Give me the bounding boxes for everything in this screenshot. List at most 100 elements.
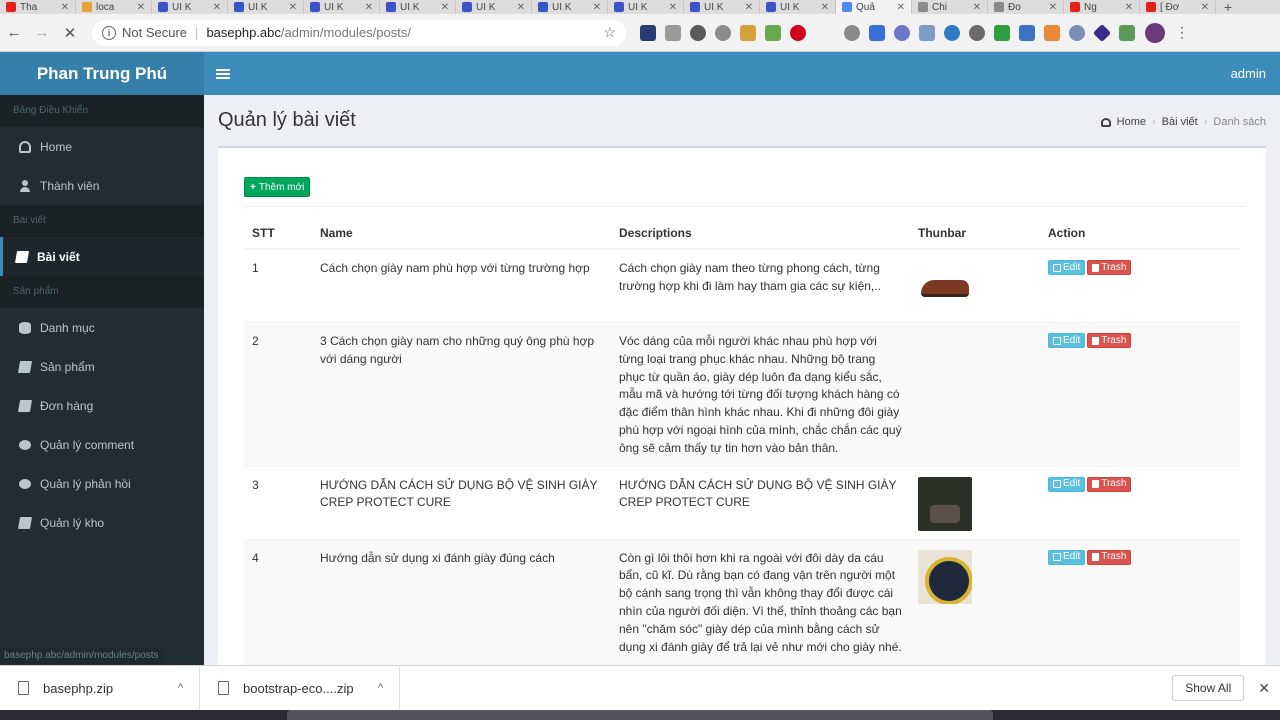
tab-close-icon[interactable]: ✕ <box>61 2 69 13</box>
tab-close-icon[interactable]: ✕ <box>1049 2 1057 13</box>
trash-button[interactable]: Trash <box>1087 260 1132 275</box>
extension-icon[interactable] <box>740 24 756 41</box>
tab-close-icon[interactable]: ✕ <box>821 2 829 13</box>
tab-close-icon[interactable]: ✕ <box>593 2 601 13</box>
cell-thumbnail <box>910 465 1040 540</box>
profile-avatar[interactable] <box>1145 22 1165 43</box>
timer-extension-icon[interactable] <box>844 24 860 41</box>
close-icon[interactable]: ✕ <box>1258 680 1270 697</box>
tab-close-icon[interactable]: ✕ <box>517 2 525 13</box>
chevron-up-icon[interactable]: ^ <box>178 682 183 694</box>
extension-icon[interactable] <box>1119 24 1135 41</box>
forward-icon[interactable]: → <box>28 24 56 41</box>
edit-button[interactable]: Edit <box>1048 476 1086 492</box>
pen-extension-icon[interactable] <box>994 24 1010 41</box>
diamond-extension-icon[interactable] <box>1092 23 1112 42</box>
tab-close-icon[interactable]: ✕ <box>1201 2 1209 13</box>
sidebar-item[interactable]: Quản lý phản hồi <box>0 464 204 503</box>
reload-icon[interactable]: ✕ <box>56 24 84 42</box>
sidebar-item[interactable]: Quản lý kho <box>0 503 204 542</box>
browser-tab[interactable]: Đo ✕ <box>988 0 1064 14</box>
favicon-icon <box>842 2 852 12</box>
sidebar-item[interactable]: Bài viết <box>0 237 204 276</box>
cell-action: Edit Trash <box>1040 248 1240 323</box>
sidebar-toggle-icon[interactable] <box>216 67 230 81</box>
browser-toolbar: ← → ✕ i Not Secure | basephp.abc /admin/… <box>0 14 1280 52</box>
bookmark-star-icon[interactable]: ☆ <box>603 24 616 41</box>
extension-icon[interactable] <box>1044 24 1060 41</box>
edit-label: Edit <box>1063 551 1081 563</box>
browser-tab[interactable]: loca ✕ <box>76 0 152 14</box>
tab-label: UI K <box>172 1 192 13</box>
tab-close-icon[interactable]: ✕ <box>441 2 449 13</box>
menu-kebab-icon[interactable]: ⋮ <box>1175 24 1189 41</box>
tab-close-icon[interactable]: ✕ <box>1125 2 1133 13</box>
browser-tab[interactable]: UI K ✕ <box>152 0 228 14</box>
link-extension-icon[interactable] <box>919 24 935 41</box>
gear-extension-icon[interactable] <box>715 24 731 41</box>
browser-tab[interactable]: UI K ✕ <box>760 0 836 14</box>
tab-close-icon[interactable]: ✕ <box>669 2 677 13</box>
play-extension-icon[interactable] <box>969 24 985 41</box>
edit-button[interactable]: Edit <box>1048 549 1086 565</box>
trash-button[interactable]: Trash <box>1087 549 1132 565</box>
sidebar-item[interactable]: Danh mục <box>0 308 204 347</box>
edit-button[interactable]: Edit <box>1048 333 1086 348</box>
download-item[interactable]: bootstrap-eco....zip ^ <box>200 665 400 711</box>
opera-extension-icon[interactable] <box>790 24 806 41</box>
browser-tab[interactable]: UI K ✕ <box>532 0 608 14</box>
extension-icon[interactable] <box>1069 24 1085 41</box>
browser-tab[interactable]: UI K ✕ <box>456 0 532 14</box>
trash-button[interactable]: Trash <box>1087 333 1132 348</box>
tab-close-icon[interactable]: ✕ <box>289 2 297 13</box>
tab-close-icon[interactable]: ✕ <box>365 2 373 13</box>
window-extension-icon[interactable] <box>1019 24 1035 41</box>
pencil-icon <box>1053 263 1061 272</box>
brand-logo[interactable]: Phan Trung Phú <box>0 52 204 95</box>
show-all-button[interactable]: Show All <box>1172 675 1245 701</box>
browser-tab[interactable]: UI K ✕ <box>608 0 684 14</box>
chart-extension-icon[interactable] <box>765 24 781 41</box>
browser-tab[interactable]: Ng ✕ <box>1064 0 1140 14</box>
gear-extension-icon[interactable] <box>894 24 910 41</box>
crop-extension-icon[interactable] <box>869 24 885 41</box>
browser-tab[interactable]: UI K ✕ <box>304 0 380 14</box>
breadcrumb-home[interactable]: Home <box>1117 116 1146 128</box>
add-new-button[interactable]: + Thêm mới <box>244 177 311 197</box>
tab-label: Tha <box>20 1 38 13</box>
tab-close-icon[interactable]: ✕ <box>745 2 753 13</box>
browser-tab[interactable]: UI K ✕ <box>380 0 456 14</box>
tab-close-icon[interactable]: ✕ <box>897 2 905 13</box>
extension-icon[interactable] <box>640 24 656 41</box>
breadcrumb-posts[interactable]: Bài viết <box>1162 116 1198 128</box>
browser-tab[interactable]: UI K ✕ <box>684 0 760 14</box>
new-tab-icon[interactable]: + <box>1216 0 1240 14</box>
browser-tab[interactable]: Quả ✕ <box>836 0 912 14</box>
download-item[interactable]: basephp.zip ^ <box>0 665 200 711</box>
sidebar-item[interactable]: Home <box>0 127 204 166</box>
sidebar-item-label: Đơn hàng <box>40 398 94 413</box>
address-bar[interactable]: i Not Secure | basephp.abc /admin/module… <box>92 19 626 46</box>
sidebar-item[interactable]: Quản lý comment <box>0 425 204 464</box>
browser-tab[interactable]: UI K ✕ <box>228 0 304 14</box>
tab-close-icon[interactable]: ✕ <box>213 2 221 13</box>
sidebar-item[interactable]: Sản phẩm <box>0 347 204 386</box>
chevron-up-icon[interactable]: ^ <box>378 682 383 694</box>
cell-stt: 2 <box>244 322 312 467</box>
column-header-thumbnail: Thunbar <box>910 218 1040 250</box>
trash-button[interactable]: Trash <box>1087 476 1132 492</box>
sidebar-item[interactable]: Thành viên <box>0 166 204 205</box>
back-icon[interactable]: ← <box>0 24 28 41</box>
edit-button[interactable]: Edit <box>1048 260 1086 275</box>
browser-tab[interactable]: Tha ✕ <box>0 0 76 14</box>
user-menu[interactable]: admin <box>1231 66 1266 81</box>
recycle-extension-icon[interactable] <box>690 24 706 41</box>
tab-close-icon[interactable]: ✕ <box>137 2 145 13</box>
browser-tab[interactable]: [ Đơ ✕ <box>1140 0 1216 14</box>
tab-close-icon[interactable]: ✕ <box>973 2 981 13</box>
camera-extension-icon[interactable] <box>665 24 681 41</box>
browser-tab[interactable]: Chi ✕ <box>912 0 988 14</box>
info-icon[interactable]: i <box>102 25 116 40</box>
sidebar-item[interactable]: Đơn hàng <box>0 386 204 425</box>
globe-extension-icon[interactable] <box>944 24 960 41</box>
